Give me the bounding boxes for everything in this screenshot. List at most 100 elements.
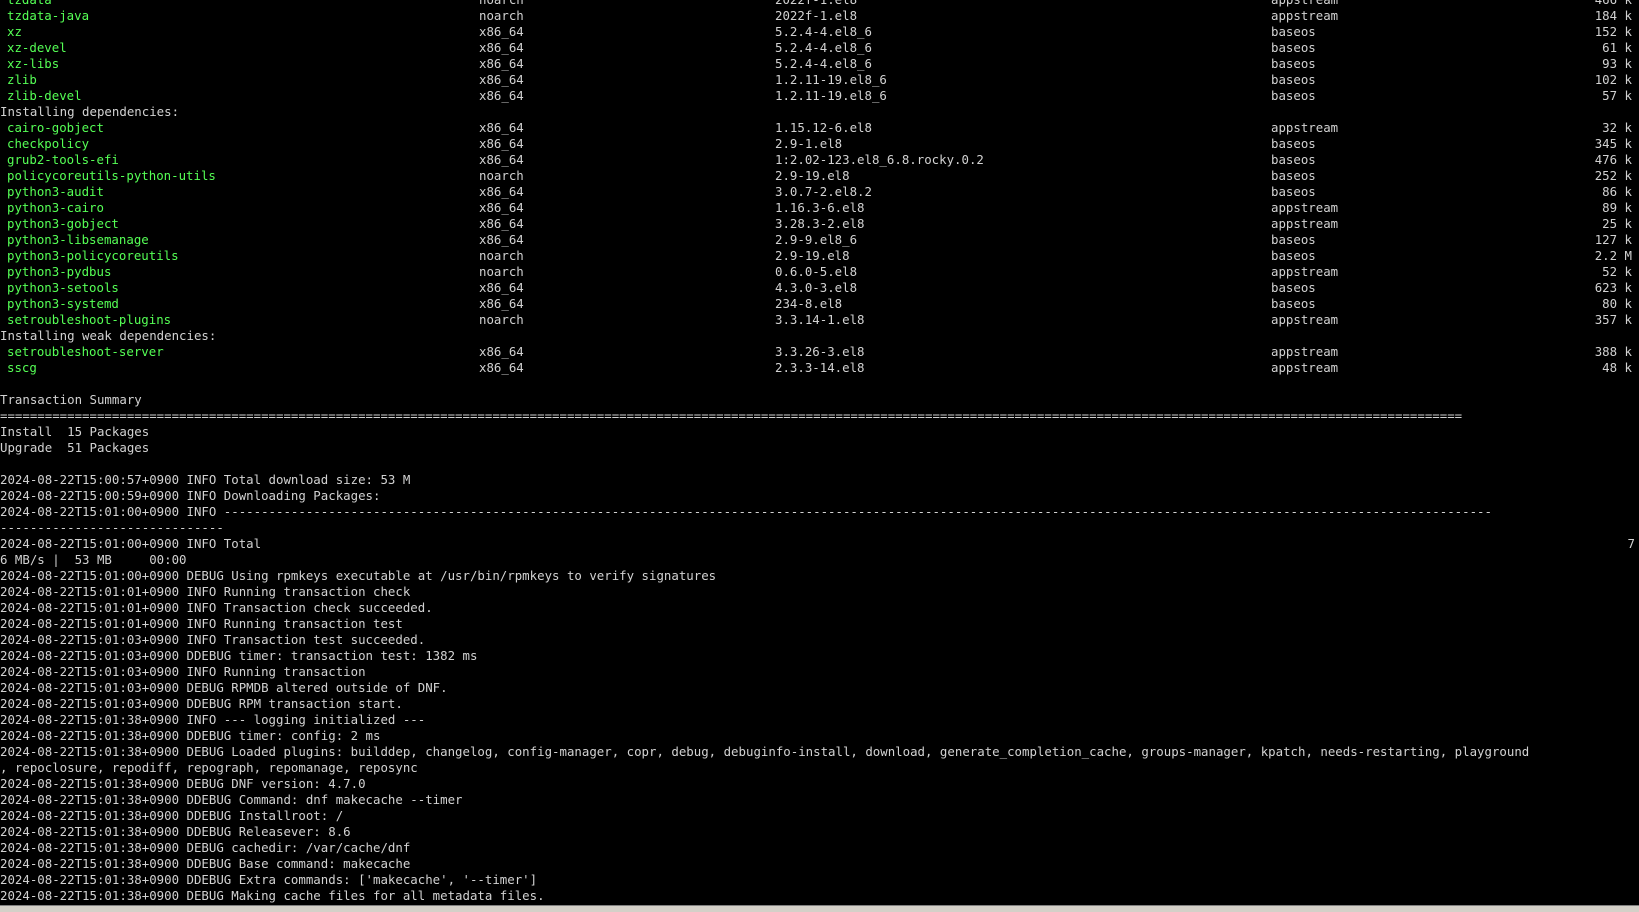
package-name: python3-pydbus xyxy=(7,264,112,279)
package-list-weak-dependencies: setroubleshoot-server x86_64 3.3.26-3.el8 a… xyxy=(0,344,1639,376)
package-size: 48 k xyxy=(1602,360,1632,375)
package-repository: baseos xyxy=(1271,72,1316,87)
package-repository: appstream xyxy=(1271,216,1339,231)
package-row: zlib-devel x86_64 1.2.11-19.el8_6 baseos 57 … xyxy=(0,88,1639,104)
package-name: setroubleshoot-plugins xyxy=(7,312,172,327)
log-line: 2024-08-22T15:01:01+0900 INFO Transactio… xyxy=(0,600,433,615)
package-repository: baseos xyxy=(1271,280,1316,295)
package-name: setroubleshoot-server xyxy=(7,344,164,359)
package-repository: appstream xyxy=(1271,8,1339,23)
package-row: tzdata-java noarch 2022f-1.el8 appstream 184… xyxy=(0,8,1639,24)
log-line: 2024-08-22T15:01:38+0900 DEBUG Making ca… xyxy=(0,888,545,903)
package-version: 2.9-1.el8 xyxy=(775,136,843,151)
package-size: 86 k xyxy=(1602,184,1632,199)
package-repository: baseos xyxy=(1271,152,1316,167)
package-arch: noarch xyxy=(479,264,524,279)
package-version: 2.9-19.el8 xyxy=(775,248,850,263)
package-repository: baseos xyxy=(1271,168,1316,183)
package-repository: appstream xyxy=(1271,0,1338,8)
log-line: 2024-08-22T15:01:38+0900 DEBUG Loaded pl… xyxy=(0,744,1530,759)
log-line: 2024-08-22T15:01:03+0900 INFO Running tr… xyxy=(0,664,366,679)
package-repository: baseos xyxy=(1271,88,1316,103)
package-name: zlib xyxy=(7,72,37,87)
package-arch: x86_64 xyxy=(479,88,524,103)
package-name: python3-audit xyxy=(7,184,104,199)
log-line: 2024-08-22T15:00:57+0900 INFO Total down… xyxy=(0,472,411,487)
package-name: python3-setools xyxy=(7,280,119,295)
package-size: 61 k xyxy=(1602,40,1632,55)
package-arch: noarch xyxy=(479,168,524,183)
package-row: setroubleshoot-server x86_64 3.3.26-3.el8 a… xyxy=(0,344,1639,360)
log-line: 2024-08-22T15:00:59+0900 INFO Downloadin… xyxy=(0,488,381,503)
package-name: policycoreutils-python-utils xyxy=(7,168,216,183)
log-line: 2024-08-22T15:01:03+0900 INFO Transactio… xyxy=(0,632,426,647)
log-line: 2024-08-22T15:01:38+0900 DDEBUG timer: c… xyxy=(0,728,381,743)
package-size: 623 k xyxy=(1594,280,1632,295)
log-line: 2024-08-22T15:01:03+0900 DDEBUG timer: t… xyxy=(0,648,478,663)
section-header-dependencies: Installing dependencies: xyxy=(0,104,1639,120)
package-name: tzdata xyxy=(7,0,52,8)
package-row: python3-libsemanage x86_64 2.9-9.el8_6 base… xyxy=(0,232,1639,248)
package-arch: noarch xyxy=(479,248,524,263)
package-name: zlib-devel xyxy=(7,88,82,103)
package-size: 93 k xyxy=(1602,56,1632,71)
package-arch: x86_64 xyxy=(479,24,524,39)
package-size: 127 k xyxy=(1594,232,1632,247)
package-version: 1.2.11-19.el8_6 xyxy=(775,88,887,103)
package-arch: x86_64 xyxy=(479,56,524,71)
log-line: 2024-08-22T15:01:01+0900 INFO Running tr… xyxy=(0,584,411,599)
log-line: 2024-08-22T15:01:38+0900 DDEBUG Base com… xyxy=(0,856,411,871)
log-line: 2024-08-22T15:01:38+0900 INFO --- loggin… xyxy=(0,712,426,727)
terminal-output[interactable]: tzdatanoarch2022f-1.el8appstream466 ktzd… xyxy=(0,0,1639,904)
log-line: 2024-08-22T15:01:00+0900 DEBUG Using rpm… xyxy=(0,568,717,583)
package-name: xz xyxy=(7,24,22,39)
package-repository: baseos xyxy=(1271,136,1316,151)
package-arch: x86_64 xyxy=(479,136,524,151)
package-repository: baseos xyxy=(1271,184,1316,199)
package-size: 80 k xyxy=(1602,296,1632,311)
section-header-text: Installing weak dependencies: xyxy=(0,328,217,343)
log-line: 2024-08-22T15:01:03+0900 DEBUG RPMDB alt… xyxy=(0,680,448,695)
package-size: 252 k xyxy=(1594,168,1632,183)
package-row: python3-systemd x86_64 234-8.el8 baseos 80 k xyxy=(0,296,1639,312)
log-line: 2024-08-22T15:01:38+0900 DDEBUG Releasev… xyxy=(0,824,351,839)
package-repository: baseos xyxy=(1271,40,1316,55)
package-name: python3-libsemanage xyxy=(7,232,149,247)
package-arch: noarch xyxy=(479,8,524,23)
log-line: 2024-08-22T15:01:00+0900 INFO ----------… xyxy=(0,504,1492,519)
log-line: 2024-08-22T15:01:38+0900 DDEBUG Extra co… xyxy=(0,872,538,887)
log-line: 2024-08-22T15:01:38+0900 DEBUG DNF versi… xyxy=(0,776,366,791)
package-arch: x86_64 xyxy=(479,200,524,215)
package-size: 89 k xyxy=(1602,200,1632,215)
log-line: 2024-08-22T15:01:01+0900 INFO Running tr… xyxy=(0,616,403,631)
package-version: 1:2.02-123.el8_6.8.rocky.0.2 xyxy=(775,152,984,167)
section-header-weak-dependencies: Installing weak dependencies: xyxy=(0,328,1639,344)
package-version: 1.2.11-19.el8_6 xyxy=(775,72,887,87)
transaction-summary-title: Transaction Summary xyxy=(0,392,142,407)
log-line: 2024-08-22T15:01:38+0900 DDEBUG Installr… xyxy=(0,808,344,823)
package-size: 184 k xyxy=(1594,8,1632,23)
package-repository: baseos xyxy=(1271,24,1316,39)
log-line: 2024-08-22T15:01:03+0900 DDEBUG RPM tran… xyxy=(0,696,403,711)
package-arch: x86_64 xyxy=(479,72,524,87)
package-version: 2.9-9.el8_6 xyxy=(775,232,858,247)
package-row: setroubleshoot-plugins noarch 3.3.14-1.el8… xyxy=(0,312,1639,328)
package-size: 25 k xyxy=(1602,216,1632,231)
package-version: 5.2.4-4.el8_6 xyxy=(775,24,872,39)
package-arch: x86_64 xyxy=(479,216,524,231)
package-row: checkpolicy x86_64 2.9-1.el8 baseos 345 k xyxy=(0,136,1639,152)
package-row: python3-pydbus noarch 0.6.0-5.el8 appstream… xyxy=(0,264,1639,280)
package-repository: appstream xyxy=(1271,360,1339,375)
package-arch: x86_64 xyxy=(479,184,524,199)
package-name: sscg xyxy=(7,360,37,375)
package-name: checkpolicy xyxy=(7,136,90,151)
package-arch: x86_64 xyxy=(479,232,524,247)
package-arch: noarch xyxy=(479,312,524,327)
package-repository: appstream xyxy=(1271,200,1339,215)
package-name: tzdata-java xyxy=(7,8,90,23)
package-row: zlib x86_64 1.2.11-19.el8_6 baseos 102 k xyxy=(0,72,1639,88)
package-version: 5.2.4-4.el8_6 xyxy=(775,40,872,55)
package-row: python3-setools x86_64 4.3.0-3.el8 baseos 62… xyxy=(0,280,1639,296)
package-row: cairo-gobject x86_64 1.15.12-6.el8 appstrea… xyxy=(0,120,1639,136)
